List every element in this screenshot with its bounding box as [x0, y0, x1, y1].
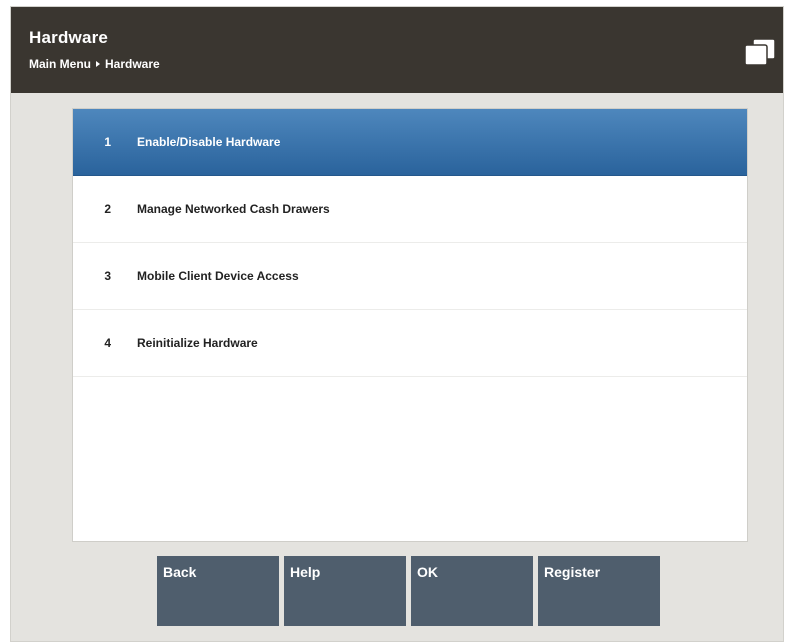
menu-item-enable-disable-hardware[interactable]: 1 Enable/Disable Hardware — [73, 109, 747, 176]
breadcrumb-main-menu[interactable]: Main Menu — [29, 57, 91, 71]
menu-item-number: 1 — [104, 135, 111, 149]
menu-item-label: Enable/Disable Hardware — [137, 135, 281, 149]
app-window: Hardware Main Menu Hardware 1 Enable/Dis… — [10, 6, 784, 642]
menu-item-label: Reinitialize Hardware — [137, 336, 258, 350]
menu-item-mobile-client-device-access[interactable]: 3 Mobile Client Device Access — [73, 243, 747, 310]
breadcrumb-separator-icon — [96, 61, 100, 67]
menu-item-label: Mobile Client Device Access — [137, 269, 299, 283]
breadcrumb: Main Menu Hardware — [29, 57, 160, 71]
menu-list: 1 Enable/Disable Hardware 2 Manage Netwo… — [72, 108, 748, 542]
menu-item-number: 2 — [104, 202, 111, 216]
menu-item-number: 4 — [104, 336, 111, 350]
menu-item-number: 3 — [104, 269, 111, 283]
menu-item-manage-networked-cash-drawers[interactable]: 2 Manage Networked Cash Drawers — [73, 176, 747, 243]
menu-item-reinitialize-hardware[interactable]: 4 Reinitialize Hardware — [73, 310, 747, 377]
header-bar: Hardware Main Menu Hardware — [11, 7, 783, 93]
register-button[interactable]: Register — [538, 556, 660, 626]
back-button[interactable]: Back — [157, 556, 279, 626]
ok-button[interactable]: OK — [411, 556, 533, 626]
button-bar: Back Help OK Register — [157, 556, 665, 626]
menu-item-label: Manage Networked Cash Drawers — [137, 202, 330, 216]
page-title: Hardware — [29, 28, 109, 47]
breadcrumb-hardware: Hardware — [105, 57, 160, 71]
help-button[interactable]: Help — [284, 556, 406, 626]
folders-icon — [741, 37, 777, 67]
